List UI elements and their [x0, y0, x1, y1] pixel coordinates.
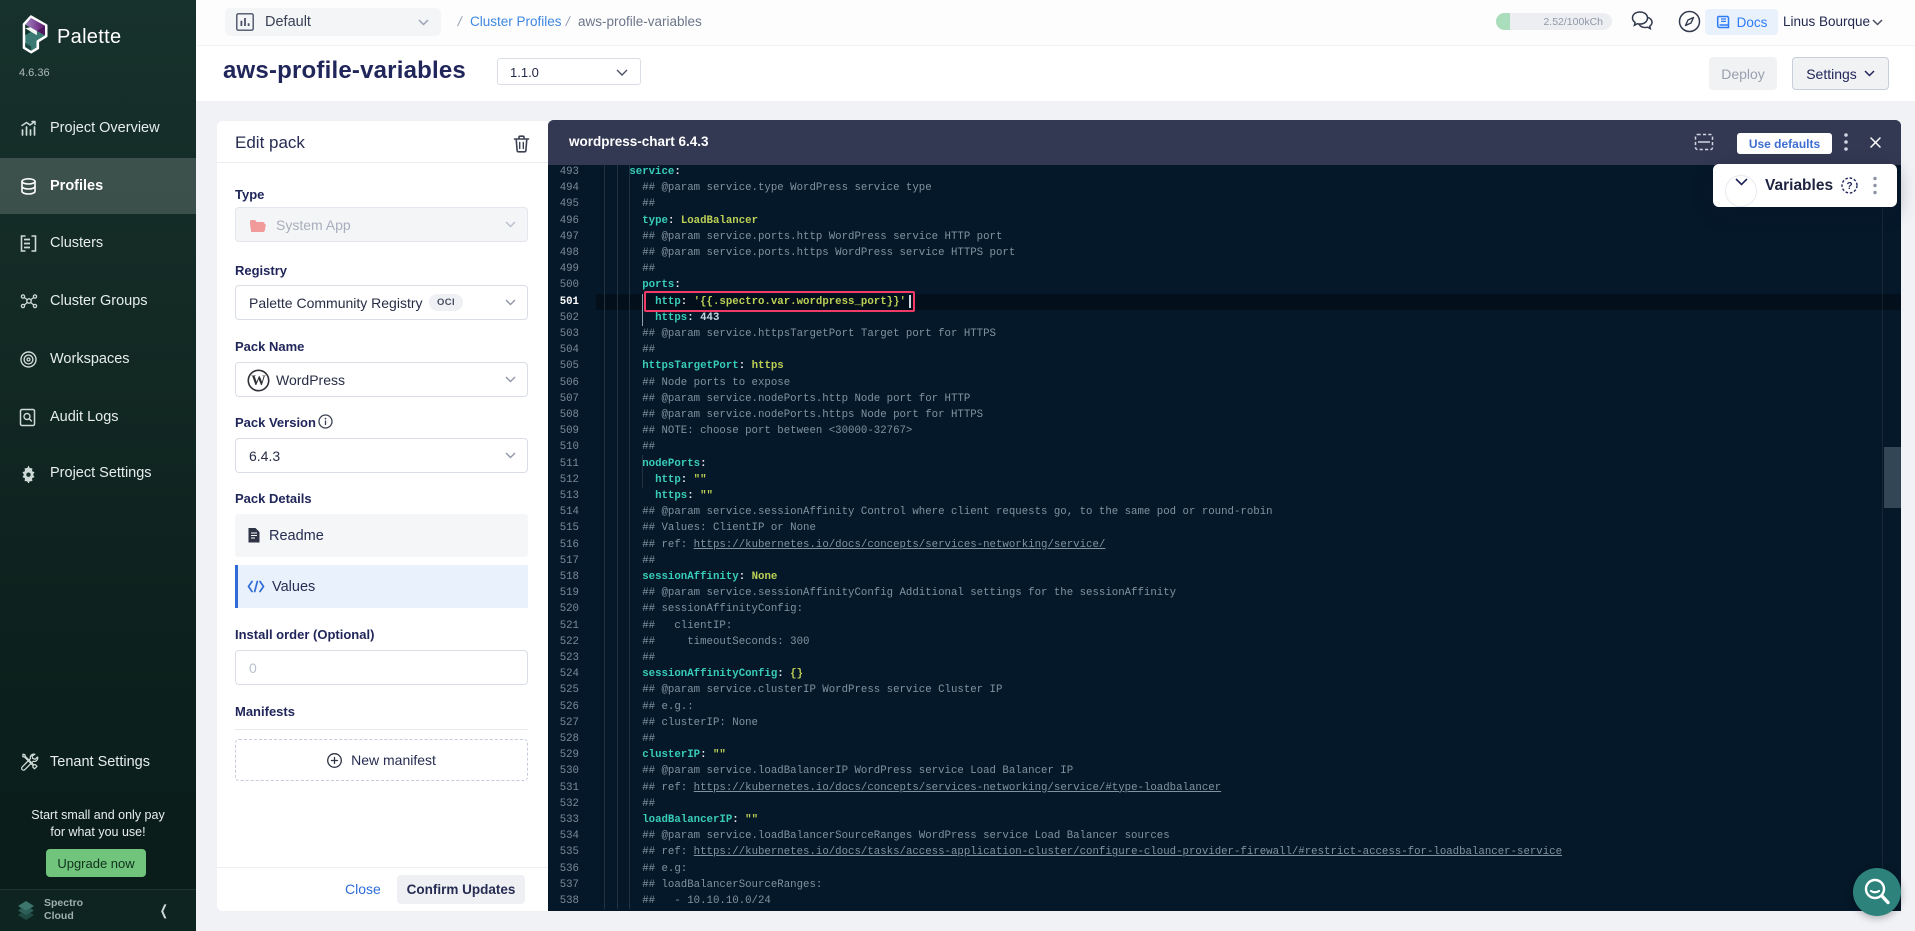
- svg-text:?: ?: [1846, 181, 1852, 192]
- svg-text:W: W: [251, 373, 266, 389]
